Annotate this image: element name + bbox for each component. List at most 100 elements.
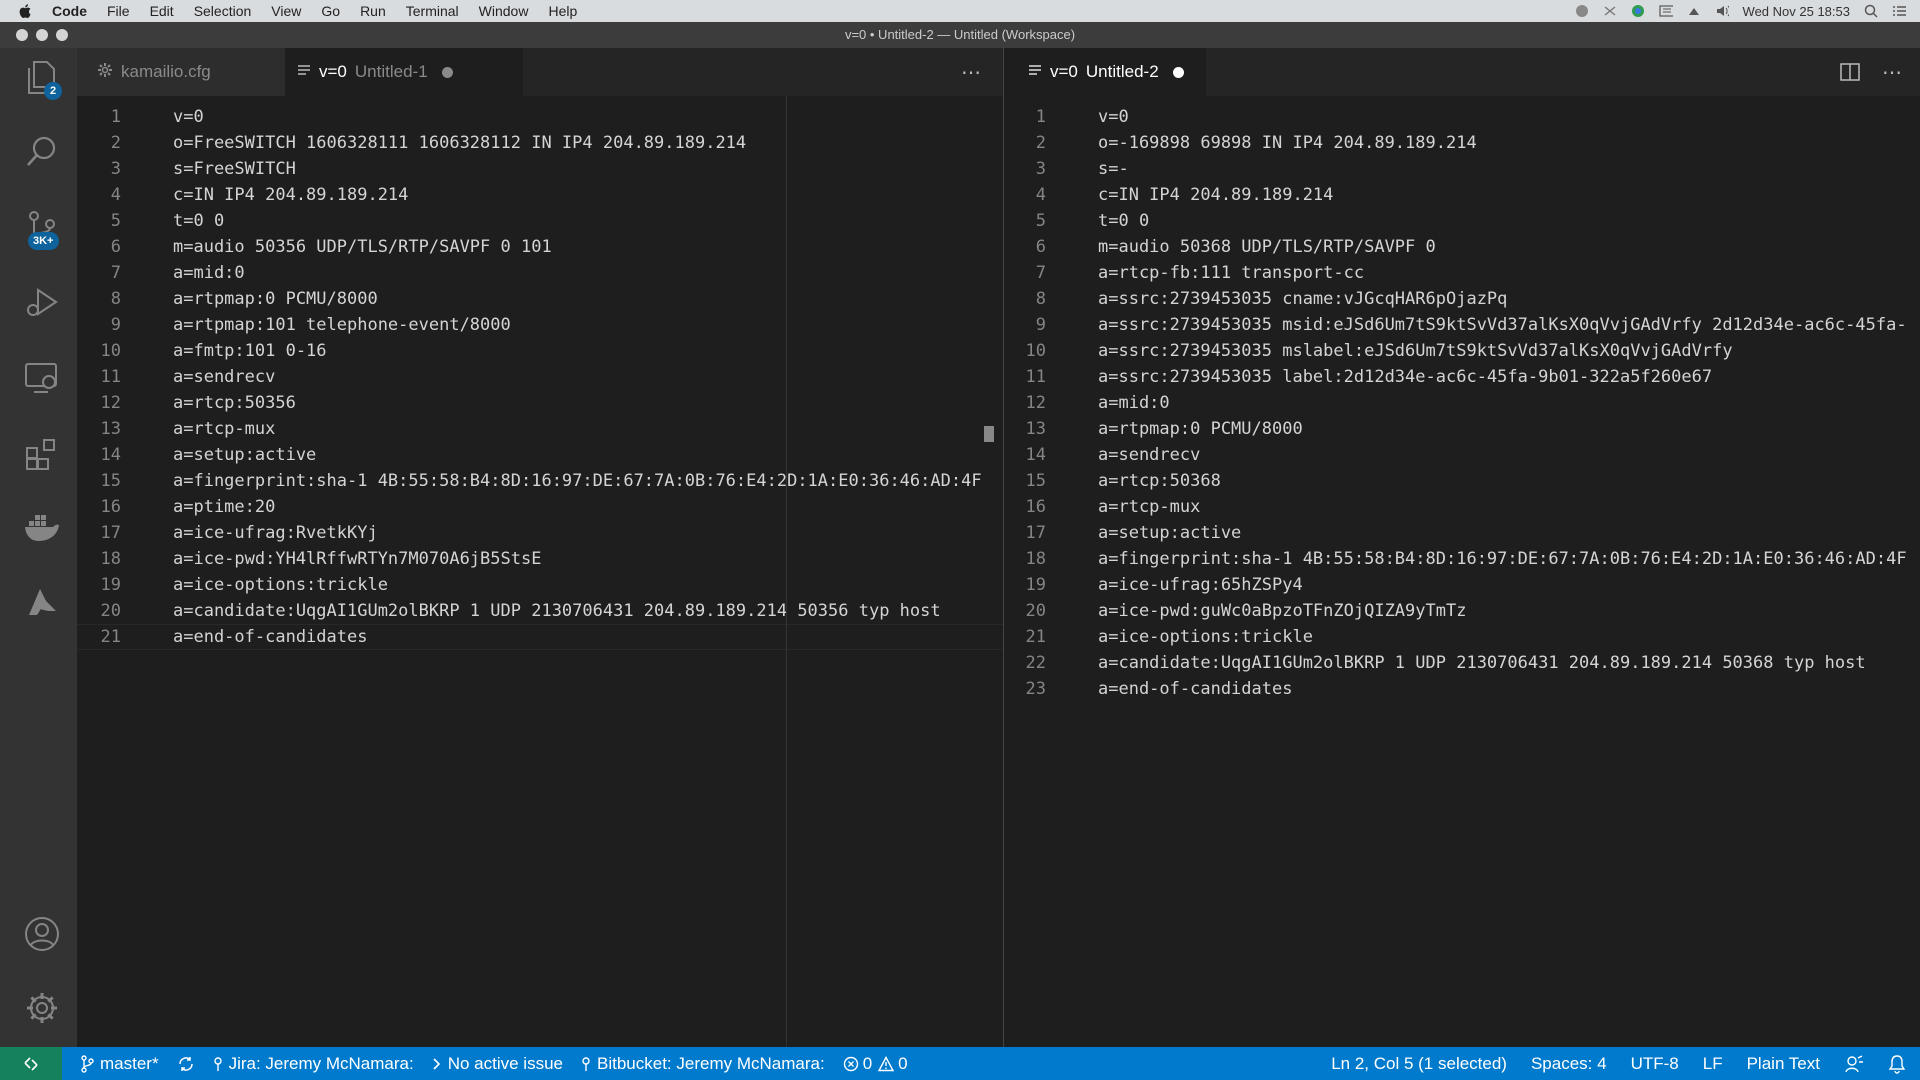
code-line[interactable]: 5 t=0 0: [1004, 208, 1920, 234]
code-line[interactable]: 18 a=fingerprint:sha-1 4B:55:58:B4:8D:16:…: [1004, 546, 1920, 572]
code-line[interactable]: 16 a=rtcp-mux: [1004, 494, 1920, 520]
code-line[interactable]: 1 v=0: [77, 104, 1003, 130]
record-icon[interactable]: [1575, 4, 1589, 18]
code-line[interactable]: 10 a=ssrc:2739453035 mslabel:eJSd6Um7tS9k…: [1004, 338, 1920, 364]
code-line[interactable]: 9 a=ssrc:2739453035 msid:eJSd6Um7tS9ktSvV…: [1004, 312, 1920, 338]
code-line[interactable]: 9 a=rtpmap:101 telephone-event/8000: [77, 312, 1003, 338]
accounts-icon[interactable]: [20, 912, 64, 956]
keyboard-icon[interactable]: [1658, 4, 1673, 18]
notifications-bell-icon[interactable]: [1888, 1054, 1906, 1074]
tab-kamailio-cfg[interactable]: kamailio.cfg: [77, 48, 285, 96]
minimize-window-button[interactable]: [36, 29, 48, 41]
code-line[interactable]: 21 a=end-of-candidates: [77, 624, 1003, 650]
code-line[interactable]: 13 a=rtcp-mux: [77, 416, 1003, 442]
code-line[interactable]: 19 a=ice-ufrag:65hZSPy4: [1004, 572, 1920, 598]
remote-indicator[interactable]: [0, 1047, 62, 1080]
tab-untitled-1[interactable]: v=0 Untitled-1: [285, 48, 523, 96]
code-line[interactable]: 4 c=IN IP4 204.89.189.214: [1004, 182, 1920, 208]
airplay-icon[interactable]: [1687, 4, 1701, 18]
code-line[interactable]: 7 a=rtcp-fb:111 transport-cc: [1004, 260, 1920, 286]
cursor-position[interactable]: Ln 2, Col 5 (1 selected): [1331, 1054, 1507, 1074]
indentation[interactable]: Spaces: 4: [1531, 1054, 1607, 1074]
menu-help[interactable]: Help: [548, 0, 577, 22]
code-line[interactable]: 13 a=rtpmap:0 PCMU/8000: [1004, 416, 1920, 442]
tab-untitled-2[interactable]: v=0 Untitled-2: [1004, 48, 1206, 96]
extensions-icon[interactable]: [20, 432, 64, 476]
code-line[interactable]: 22 a=candidate:UqgAI1GUm2olBKRP 1 UDP 213…: [1004, 650, 1920, 676]
code-line[interactable]: 6 m=audio 50356 UDP/TLS/RTP/SAVPF 0 101: [77, 234, 1003, 260]
menu-file[interactable]: File: [107, 0, 130, 22]
notification-center-icon[interactable]: [1892, 4, 1906, 18]
sync-button[interactable]: [177, 1055, 195, 1073]
feedback-icon[interactable]: [1844, 1054, 1864, 1074]
code-line[interactable]: 2 o=-169898 69898 IN IP4 204.89.189.214: [1004, 130, 1920, 156]
bitbucket-status[interactable]: Bitbucket: Jeremy McNamara:: [581, 1054, 825, 1074]
code-line[interactable]: 23 a=end-of-candidates: [1004, 676, 1920, 702]
code-line[interactable]: 21 a=ice-options:trickle: [1004, 624, 1920, 650]
code-line[interactable]: 15 a=fingerprint:sha-1 4B:55:58:B4:8D:16:…: [77, 468, 1003, 494]
code-line[interactable]: 15 a=rtcp:50368: [1004, 468, 1920, 494]
menu-edit[interactable]: Edit: [150, 0, 174, 22]
menu-run[interactable]: Run: [360, 0, 386, 22]
split-editor-icon[interactable]: [1840, 62, 1860, 87]
language-mode[interactable]: Plain Text: [1747, 1054, 1820, 1074]
scissors-icon[interactable]: [1603, 4, 1617, 18]
code-line[interactable]: 6 m=audio 50368 UDP/TLS/RTP/SAVPF 0: [1004, 234, 1920, 260]
code-line[interactable]: 2 o=FreeSWITCH 1606328111 1606328112 IN I…: [77, 130, 1003, 156]
azure-icon[interactable]: [20, 580, 64, 624]
code-line[interactable]: 20 a=candidate:UqgAI1GUm2olBKRP 1 UDP 213…: [77, 598, 1003, 624]
clock-text[interactable]: Wed Nov 25 18:53: [1743, 4, 1850, 19]
menu-window[interactable]: Window: [479, 0, 529, 22]
code-line[interactable]: 7 a=mid:0: [77, 260, 1003, 286]
code-line[interactable]: 14 a=sendrecv: [1004, 442, 1920, 468]
unsaved-dot-icon[interactable]: [1172, 66, 1184, 78]
chrome-icon[interactable]: [1631, 4, 1645, 18]
close-window-button[interactable]: [16, 29, 28, 41]
code-line[interactable]: 17 a=setup:active: [1004, 520, 1920, 546]
code-line[interactable]: 18 a=ice-pwd:YH4lRffwRTYn7M070A6jB5StsE: [77, 546, 1003, 572]
apple-icon[interactable]: [18, 3, 36, 19]
volume-icon[interactable]: [1715, 4, 1729, 18]
code-line[interactable]: 12 a=mid:0: [1004, 390, 1920, 416]
code-line[interactable]: 17 a=ice-ufrag:RvetkKYj: [77, 520, 1003, 546]
code-line[interactable]: 10 a=fmtp:101 0-16: [77, 338, 1003, 364]
code-editor-right[interactable]: 1 v=0 2 o=-169898 69898 IN IP4 204.89.189.2…: [1004, 96, 1920, 1047]
code-line[interactable]: 16 a=ptime:20: [77, 494, 1003, 520]
code-line[interactable]: 4 c=IN IP4 204.89.189.214: [77, 182, 1003, 208]
remote-explorer-icon[interactable]: [20, 356, 64, 400]
scrollbar-thumb[interactable]: [984, 426, 994, 442]
unsaved-dot-icon[interactable]: [441, 66, 453, 78]
more-actions-icon[interactable]: ⋯: [1882, 60, 1902, 85]
code-line[interactable]: 1 v=0: [1004, 104, 1920, 130]
maximize-window-button[interactable]: [56, 29, 68, 41]
run-debug-icon[interactable]: [20, 280, 64, 324]
code-line[interactable]: 8 a=ssrc:2739453035 cname:vJGcqHAR6pOjazP…: [1004, 286, 1920, 312]
menu-terminal[interactable]: Terminal: [406, 0, 459, 22]
active-issue-status[interactable]: No active issue: [432, 1054, 563, 1074]
spotlight-search-icon[interactable]: [1864, 4, 1878, 18]
code-line[interactable]: 3 s=-: [1004, 156, 1920, 182]
jira-status[interactable]: Jira: Jeremy McNamara:: [213, 1054, 414, 1074]
code-line[interactable]: 20 a=ice-pwd:guWc0aBpzoTFnZOjQIZA9yTmTz: [1004, 598, 1920, 624]
git-branch[interactable]: master*: [80, 1054, 159, 1074]
settings-gear-icon[interactable]: [20, 986, 64, 1030]
code-line[interactable]: 14 a=setup:active: [77, 442, 1003, 468]
menu-code[interactable]: Code: [52, 0, 87, 22]
search-icon[interactable]: [20, 130, 64, 174]
code-line[interactable]: 11 a=sendrecv: [77, 364, 1003, 390]
file-encoding[interactable]: UTF-8: [1631, 1054, 1679, 1074]
menu-selection[interactable]: Selection: [194, 0, 252, 22]
code-line[interactable]: 5 t=0 0: [77, 208, 1003, 234]
problems-indicator[interactable]: 0 0: [843, 1054, 908, 1074]
code-line[interactable]: 12 a=rtcp:50356: [77, 390, 1003, 416]
more-actions-icon[interactable]: ⋯: [961, 60, 981, 85]
code-line[interactable]: 3 s=FreeSWITCH: [77, 156, 1003, 182]
code-line[interactable]: 19 a=ice-options:trickle: [77, 572, 1003, 598]
code-line[interactable]: 8 a=rtpmap:0 PCMU/8000: [77, 286, 1003, 312]
code-editor-left[interactable]: 1 v=0 2 o=FreeSWITCH 1606328111 1606328112 …: [77, 96, 1003, 1047]
end-of-line[interactable]: LF: [1703, 1054, 1723, 1074]
menu-go[interactable]: Go: [321, 0, 340, 22]
docker-icon[interactable]: [20, 506, 64, 550]
code-line[interactable]: 11 a=ssrc:2739453035 label:2d12d34e-ac6c-…: [1004, 364, 1920, 390]
menu-view[interactable]: View: [271, 0, 301, 22]
